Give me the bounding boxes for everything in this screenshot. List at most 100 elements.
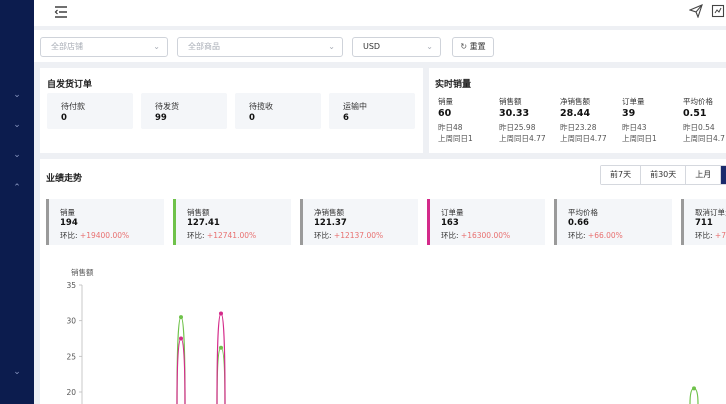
data-point[interactable] <box>179 315 183 320</box>
metric-change-prefix: 环比: <box>314 231 332 240</box>
data-point[interactable] <box>179 336 183 341</box>
metric-value: 0.66 <box>568 218 589 228</box>
series-line <box>689 387 699 404</box>
realtime-metric-last-week: 上周同日4.77 <box>560 134 607 143</box>
date-range-tabs: 前7天 前30天 上月 今 <box>600 165 726 185</box>
realtime-metric-value: 28.44 <box>560 108 591 119</box>
order-status-card[interactable]: 运输中 6 <box>329 93 415 129</box>
y-tick-label: 20 <box>66 388 76 397</box>
chevron-up-icon[interactable]: ⌃ <box>11 182 23 194</box>
series-line <box>176 337 186 404</box>
realtime-metric: 销售额 30.33 昨日25.98 上周同日4.77 <box>499 96 561 144</box>
data-point[interactable] <box>219 311 223 316</box>
metric-label: 销量 <box>60 208 75 217</box>
realtime-metric: 销量 60 昨日48 上周同日1 <box>438 96 500 144</box>
realtime-metric-yesterday: 昨日25.98 <box>499 123 536 132</box>
metric-label: 净销售额 <box>314 208 344 217</box>
metric-card[interactable]: 订单量 163 环比: +16300.00% <box>427 199 545 245</box>
metric-card[interactable]: 销量 194 环比: +19400.00% <box>46 199 164 245</box>
realtime-metric: 订单量 39 昨日43 上周同日1 <box>622 96 684 144</box>
y-tick-label: 35 <box>66 281 76 290</box>
chevron-down-icon[interactable]: ⌄ <box>11 149 23 161</box>
series-line <box>216 347 226 404</box>
tab-today[interactable]: 今 <box>721 166 726 184</box>
metric-value: 194 <box>60 218 78 228</box>
data-point[interactable] <box>219 345 223 350</box>
realtime-metric: 净销售额 28.44 昨日23.28 上周同日4.77 <box>560 96 622 144</box>
export-icon[interactable] <box>711 4 725 18</box>
y-axis-label: 销售额 <box>71 267 94 277</box>
realtime-metric-last-week: 上周同日1 <box>622 134 657 143</box>
order-status-card[interactable]: 待付款 0 <box>47 93 133 129</box>
metric-change-prefix: 环比: <box>60 231 78 240</box>
metric-value: 127.41 <box>187 218 220 228</box>
realtime-metric-value: 60 <box>438 108 452 119</box>
top-bar <box>34 0 726 26</box>
metric-change-value: +12741.00% <box>206 231 257 240</box>
metric-card[interactable]: 取消订单量 711 环比: +71 <box>681 199 726 245</box>
realtime-metric-value: 0.51 <box>683 108 707 119</box>
order-status-value: 6 <box>343 113 349 123</box>
order-status-card[interactable]: 待揽收 0 <box>235 93 321 129</box>
realtime-metric-label: 净销售额 <box>560 97 590 106</box>
y-tick-label: 30 <box>66 317 76 326</box>
realtime-metric-yesterday: 昨日0.54 <box>683 123 715 132</box>
order-status-value: 99 <box>155 113 167 123</box>
reset-button-label: 重置 <box>469 42 486 51</box>
tab-last-30-days[interactable]: 前30天 <box>641 166 687 184</box>
chevron-down-icon[interactable]: ⌄ <box>11 89 23 101</box>
tab-last-month[interactable]: 上月 <box>686 166 722 184</box>
reset-button[interactable]: ↻ 重置 <box>452 37 494 57</box>
y-tick-label: 25 <box>66 352 76 361</box>
metric-card[interactable]: 销售额 127.41 环比: +12741.00% <box>173 199 291 245</box>
order-status-card[interactable]: 待发货 99 <box>141 93 227 129</box>
chevron-down-icon: ⌄ <box>153 42 160 51</box>
metric-card[interactable]: 平均价格 0.66 环比: +66.00% <box>554 199 672 245</box>
store-select[interactable]: 全部店铺 ⌄ <box>40 37 168 57</box>
metric-value: 121.37 <box>314 218 347 228</box>
realtime-metric-value: 30.33 <box>499 108 530 119</box>
metric-value: 163 <box>441 218 459 228</box>
chevron-down-icon[interactable]: ⌄ <box>11 366 23 378</box>
order-status-label: 运输中 <box>343 102 367 111</box>
metric-change-value: +66.00% <box>587 231 623 240</box>
currency-select[interactable]: USD ⌄ <box>352 37 441 57</box>
data-point[interactable] <box>692 386 696 391</box>
metric-change: 环比: +19400.00% <box>60 230 129 241</box>
metric-change: 环比: +71 <box>695 230 726 241</box>
metric-change-prefix: 环比: <box>441 231 459 240</box>
product-select[interactable]: 全部商品 ⌄ <box>177 37 343 57</box>
order-status-value: 0 <box>249 113 255 123</box>
metric-card[interactable]: 净销售额 121.37 环比: +12137.00% <box>300 199 418 245</box>
metric-label: 订单量 <box>441 208 464 217</box>
metric-change: 环比: +66.00% <box>568 230 623 241</box>
metric-label: 取消订单量 <box>695 208 726 217</box>
order-status-value: 0 <box>61 113 67 123</box>
realtime-metric-yesterday: 昨日23.28 <box>560 123 597 132</box>
metric-change: 环比: +16300.00% <box>441 230 510 241</box>
realtime-metric-last-week: 上周同日4.7 <box>683 134 725 143</box>
send-icon[interactable] <box>689 4 703 18</box>
performance-trend-panel: 业绩走势 前7天 前30天 上月 今 销量 194 环比: +19400.00%… <box>40 159 726 404</box>
metric-change-prefix: 环比: <box>695 231 713 240</box>
trend-title: 业绩走势 <box>46 174 83 184</box>
store-select-placeholder: 全部店铺 <box>51 42 83 51</box>
chevron-down-icon: ⌄ <box>426 42 433 51</box>
realtime-metric-last-week: 上周同日1 <box>438 134 473 143</box>
tab-last-7-days[interactable]: 前7天 <box>601 166 642 184</box>
menu-collapse-icon[interactable] <box>54 5 68 19</box>
metric-change-value: +71 <box>714 231 726 240</box>
realtime-metric-yesterday: 昨日43 <box>622 123 647 132</box>
realtime-sales-title: 实时销量 <box>435 80 472 90</box>
self-shipping-panel: 自发货订单 待付款 0 待发货 99 待揽收 0 运输中 6 <box>40 68 423 153</box>
order-status-label: 待付款 <box>61 102 85 111</box>
order-status-label: 待揽收 <box>249 102 273 111</box>
sales-chart: 销售额 35 30 25 20 <box>66 267 699 404</box>
order-status-label: 待发货 <box>155 102 179 111</box>
self-shipping-title: 自发货订单 <box>47 80 93 90</box>
product-select-placeholder: 全部商品 <box>188 42 220 51</box>
metric-change: 环比: +12137.00% <box>314 230 383 241</box>
chevron-down-icon[interactable]: ⌄ <box>11 119 23 131</box>
realtime-metric-value: 39 <box>622 108 636 119</box>
realtime-metric: 平均价格 0.51 昨日0.54 上周同日4.7 <box>683 96 726 144</box>
